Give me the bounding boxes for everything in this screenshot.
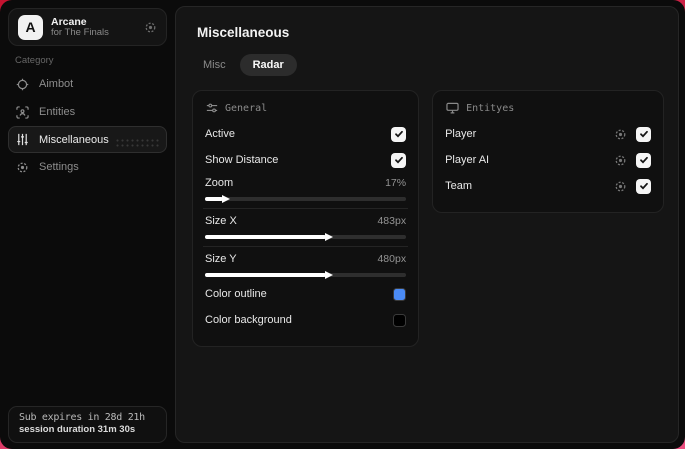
app-window: A Arcane for The Finals Category Aimbot	[0, 0, 685, 449]
player-checkbox[interactable]	[636, 126, 651, 142]
tab-misc[interactable]: Misc	[193, 55, 236, 75]
entity-label: Player	[445, 128, 477, 140]
toggle-label: Active	[205, 128, 235, 140]
brand-card: A Arcane for The Finals	[8, 8, 167, 46]
slider-label: Size X	[205, 215, 237, 227]
sidebar-item-label: Aimbot	[39, 78, 74, 90]
divider	[203, 208, 409, 209]
sidebar: A Arcane for The Finals Category Aimbot	[0, 0, 175, 449]
active-checkbox[interactable]	[391, 126, 407, 142]
divider	[203, 246, 409, 247]
zoom-slider-group: Zoom 17%	[205, 177, 407, 203]
sidebar-item-label: Miscellaneous	[39, 133, 109, 146]
entity-row-player-ai: Player AI	[445, 149, 651, 171]
entities-card-header: Entityes	[446, 102, 651, 114]
entity-row-player: Player	[445, 123, 651, 145]
tab-bar: Misc Radar	[193, 54, 664, 76]
slider-thumb[interactable]	[324, 271, 333, 279]
slider-label: Size Y	[205, 253, 237, 265]
toggle-label: Show Distance	[205, 154, 279, 166]
show-distance-checkbox[interactable]	[391, 152, 407, 168]
app-title: Arcane	[51, 15, 87, 28]
zoom-slider[interactable]	[205, 195, 407, 203]
scan-icon	[16, 105, 29, 119]
sliders-vertical-icon	[16, 133, 29, 146]
size-y-slider[interactable]	[205, 271, 407, 279]
monitor-icon	[446, 102, 459, 114]
tab-radar[interactable]: Radar	[239, 54, 297, 76]
sidebar-item-miscellaneous[interactable]: Miscellaneous	[8, 126, 167, 153]
color-background-row: Color background	[205, 309, 407, 331]
crosshair-icon	[16, 78, 29, 91]
entity-label: Team	[445, 180, 472, 192]
gear-icon	[16, 161, 29, 174]
color-outline-swatch[interactable]	[393, 287, 407, 301]
check-icon	[639, 156, 648, 164]
toggle-row-show-distance: Show Distance	[205, 149, 407, 171]
main-panel: Miscellaneous Misc Radar General Active …	[175, 6, 679, 443]
entity-row-team: Team	[445, 175, 651, 197]
entity-label: Player AI	[445, 154, 490, 166]
size-x-slider-group: Size X 483px	[205, 215, 407, 241]
size-y-slider-group: Size Y 480px	[205, 253, 407, 279]
slider-value: 480px	[377, 253, 407, 265]
sidebar-item-label: Entities	[39, 106, 76, 118]
slider-thumb[interactable]	[324, 233, 333, 241]
color-outline-row: Color outline	[205, 283, 407, 305]
sidebar-item-label: Settings	[39, 161, 79, 173]
general-card: General Active Show Distance Zoom 17% Si…	[192, 90, 420, 347]
app-logo: A	[18, 14, 43, 40]
sidebar-nav: Aimbot Entities Miscellaneous Settings	[0, 70, 175, 181]
app-subtitle: for The Finals	[51, 26, 109, 38]
player-ai-checkbox[interactable]	[636, 152, 651, 168]
sliders-horizontal-icon	[206, 102, 218, 114]
color-background-swatch[interactable]	[393, 313, 407, 327]
check-icon	[639, 182, 648, 190]
slider-thumb[interactable]	[222, 195, 231, 203]
sub-expiry-text: Sub expires in 28d 21h	[19, 412, 145, 423]
gear-icon[interactable]	[614, 154, 627, 167]
slider-fill	[205, 233, 333, 241]
general-card-header: General	[206, 102, 406, 114]
check-icon	[394, 156, 403, 164]
slider-fill	[205, 195, 231, 203]
check-icon	[394, 130, 403, 138]
color-label: Color outline	[205, 288, 267, 300]
slider-label: Zoom	[205, 177, 234, 189]
entities-card-title: Entityes	[466, 102, 515, 114]
slider-fill	[205, 271, 333, 279]
size-x-slider[interactable]	[205, 233, 407, 241]
entities-card: Entityes Player Player AI Team	[432, 90, 664, 213]
brand-text: Arcane for The Finals	[51, 16, 136, 39]
check-icon	[639, 130, 648, 138]
sidebar-item-aimbot[interactable]: Aimbot	[8, 70, 167, 98]
color-label: Color background	[205, 314, 292, 326]
sidebar-item-entities[interactable]: Entities	[8, 98, 167, 126]
page-title: Miscellaneous	[197, 25, 290, 40]
gear-icon[interactable]	[144, 21, 157, 34]
general-card-title: General	[225, 102, 268, 114]
slider-value: 17%	[385, 177, 407, 189]
slider-value: 483px	[377, 215, 407, 227]
sidebar-item-settings[interactable]: Settings	[8, 153, 167, 181]
subscription-card: Sub expires in 28d 21h session duration …	[8, 406, 167, 443]
session-duration-text: session duration 31m 30s	[19, 424, 136, 435]
cards-row: General Active Show Distance Zoom 17% Si…	[192, 90, 664, 347]
gear-icon[interactable]	[614, 180, 627, 193]
gear-icon[interactable]	[614, 128, 627, 141]
category-label: Category	[15, 55, 54, 66]
dots-decoration	[115, 138, 159, 149]
team-checkbox[interactable]	[636, 178, 651, 194]
toggle-row-active: Active	[205, 123, 407, 145]
